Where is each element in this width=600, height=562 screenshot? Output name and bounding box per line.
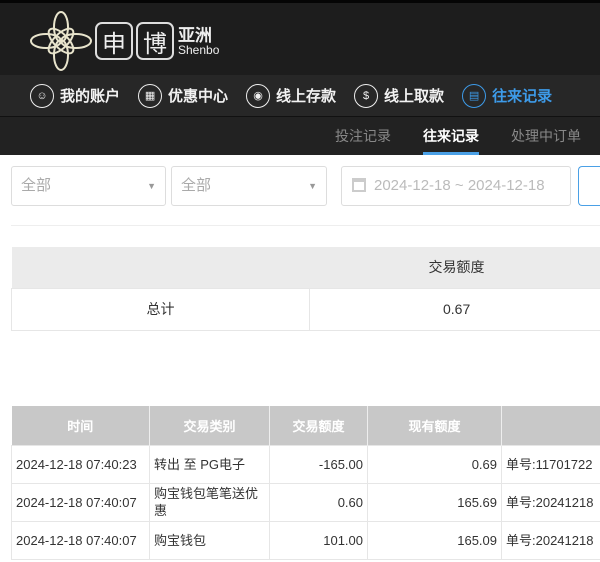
chevron-down-icon: ▼ bbox=[308, 181, 317, 191]
nav-withdraw[interactable]: $ 线上取款 bbox=[354, 83, 445, 108]
nav-label: 线上取款 bbox=[384, 88, 445, 105]
summary-label: 总计 bbox=[11, 287, 310, 331]
select-value: 全部 bbox=[181, 177, 212, 194]
tab-transaction-records[interactable]: 往来记录 bbox=[423, 117, 479, 155]
tab-pending-orders[interactable]: 处理中订单 bbox=[511, 117, 581, 155]
nav-records[interactable]: ▤ 往来记录 bbox=[462, 83, 553, 108]
nav-label: 线上存款 bbox=[276, 88, 337, 105]
nav-label: 优惠中心 bbox=[168, 88, 229, 105]
logo-box-1: 申 bbox=[95, 22, 133, 60]
summary-table: 交易额度 总计 0.67 bbox=[11, 247, 600, 331]
table-row: 2024-12-18 07:40:23 转出 至 PG电子 -165.00 0.69 单… bbox=[11, 444, 600, 484]
nav-label: 往来记录 bbox=[492, 88, 553, 105]
cell-amount: 101.00 bbox=[269, 520, 368, 560]
cell-type: 购宝钱包笔笔送优惠 bbox=[149, 482, 270, 522]
cell-remark: 单号:20241218 bbox=[501, 520, 600, 560]
cell-type: 转出 至 PG电子 bbox=[149, 444, 270, 484]
col-type: 交易类别 bbox=[149, 406, 270, 445]
logo[interactable]: 申 博 亚洲 Shenbo bbox=[30, 11, 219, 71]
nav-label: 我的账户 bbox=[60, 88, 121, 105]
col-remark bbox=[501, 406, 600, 445]
cell-remark: 单号:20241218 bbox=[501, 482, 600, 522]
summary-value: 0.67 bbox=[309, 287, 600, 331]
cell-type: 购宝钱包 bbox=[149, 520, 270, 560]
date-range-input[interactable]: 2024-12-18 ~ 2024-12-18 bbox=[341, 166, 571, 206]
deposit-icon: ◉ bbox=[246, 83, 271, 108]
col-balance: 现有额度 bbox=[367, 406, 502, 445]
cell-remark: 单号:11701722 bbox=[501, 444, 600, 484]
sub-tabs: 投注记录 往来记录 处理中订单 bbox=[0, 117, 600, 155]
type-select[interactable]: 全部 ▼ bbox=[11, 166, 166, 206]
gift-icon: ▦ bbox=[138, 83, 163, 108]
nav-promotions[interactable]: ▦ 优惠中心 bbox=[138, 83, 229, 108]
site-header: 申 博 亚洲 Shenbo bbox=[0, 0, 600, 75]
nav-my-account[interactable]: ☺ 我的账户 bbox=[30, 83, 121, 108]
date-range-value: 2024-12-18 ~ 2024-12-18 bbox=[374, 177, 545, 194]
table-row: 2024-12-18 07:40:07 购宝钱包笔笔送优惠 0.60 165.69 单号… bbox=[11, 482, 600, 522]
logo-en: Shenbo bbox=[178, 42, 220, 57]
flower-logo-icon bbox=[30, 11, 92, 71]
cell-time: 2024-12-18 07:40:07 bbox=[11, 520, 150, 560]
user-icon: ☺ bbox=[30, 83, 54, 108]
select-value: 全部 bbox=[21, 177, 52, 194]
cell-time: 2024-12-18 07:40:23 bbox=[11, 444, 150, 484]
cell-balance: 165.69 bbox=[367, 482, 502, 522]
cell-amount: -165.00 bbox=[269, 444, 368, 484]
logo-box-2: 博 bbox=[136, 22, 174, 60]
summary-header: 交易额度 bbox=[11, 247, 600, 288]
tab-bet-records[interactable]: 投注记录 bbox=[335, 117, 391, 155]
col-time: 时间 bbox=[11, 406, 150, 445]
table-row: 2024-12-18 07:40:07 购宝钱包 101.00 165.09 单号:20… bbox=[11, 520, 600, 560]
category-select[interactable]: 全部 ▼ bbox=[171, 166, 327, 206]
logo-cn: 亚洲 bbox=[178, 25, 212, 45]
calendar-icon bbox=[352, 178, 366, 192]
search-button[interactable] bbox=[578, 166, 600, 206]
nav-deposit[interactable]: ◉ 线上存款 bbox=[246, 83, 337, 108]
cell-balance: 0.69 bbox=[367, 444, 502, 484]
record-icon: ▤ bbox=[462, 83, 487, 108]
cell-time: 2024-12-18 07:40:07 bbox=[11, 482, 150, 522]
transactions-table: 时间 交易类别 交易额度 现有额度 2024-12-18 07:40:23 转出 … bbox=[11, 406, 600, 560]
main-nav: ☺ 我的账户 ▦ 优惠中心 ◉ 线上存款 $ 线上取款 ▤ 往来记录 bbox=[0, 75, 600, 117]
withdraw-icon: $ bbox=[354, 83, 379, 108]
cell-balance: 165.09 bbox=[367, 520, 502, 560]
cell-amount: 0.60 bbox=[269, 482, 368, 522]
col-amount: 交易额度 bbox=[269, 406, 368, 445]
divider bbox=[11, 225, 600, 226]
chevron-down-icon: ▼ bbox=[147, 181, 156, 191]
